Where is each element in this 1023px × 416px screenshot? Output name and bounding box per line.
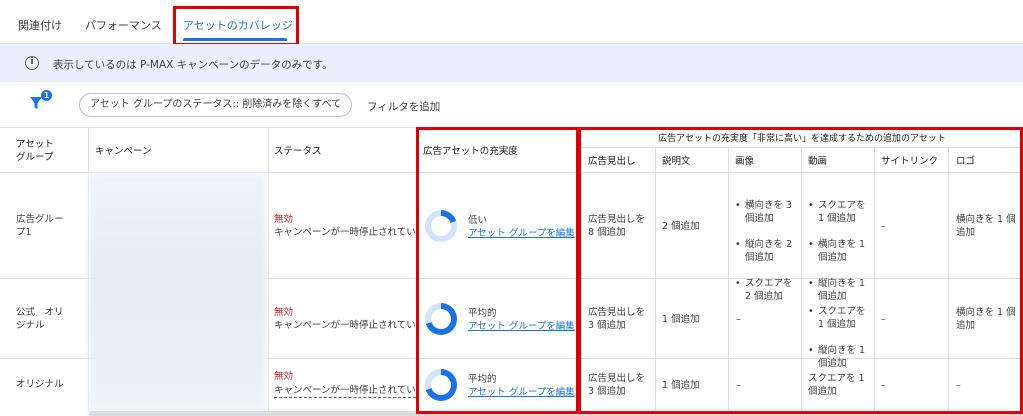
status-detail[interactable]: キャンペーンが一時停止されていま	[274, 384, 416, 398]
info-banner: i 表示しているのは P-MAX キャンペーンのデータのみです。	[0, 44, 1023, 82]
header-status[interactable]: ステータス	[274, 145, 322, 158]
filter-chip-status[interactable]: アセット グループのステータス:: 削除済みを除くすべて	[79, 93, 353, 117]
highlight-box-strength-column	[416, 127, 579, 414]
highlight-box-tab	[173, 6, 299, 46]
add-filter-button[interactable]: フィルタを追加	[367, 99, 440, 114]
status-label: 無効	[274, 214, 294, 225]
status-detail: キャンペーンが一時停止されていま	[274, 320, 416, 331]
asset-group-name[interactable]: オリジナル	[16, 378, 64, 391]
highlight-box-additional-assets	[578, 127, 1023, 414]
campaign-names-blurred	[89, 172, 267, 412]
header-campaign[interactable]: キャンペーン	[95, 145, 152, 158]
status-label: 無効	[274, 371, 294, 382]
info-icon: i	[25, 56, 39, 70]
header-asset-group[interactable]: アセット グループ	[16, 138, 54, 164]
tab-links[interactable]: 関連付け	[18, 17, 62, 33]
status-label: 無効	[274, 307, 294, 318]
tab-performance[interactable]: パフォーマンス	[85, 17, 162, 33]
status-detail: キャンペーンが一時停止されていま	[274, 227, 416, 238]
tab-bar: 関連付け パフォーマンス アセットのカバレッジ	[0, 0, 1023, 44]
asset-group-name[interactable]: 広告グルー プ1	[16, 213, 64, 239]
filter-bar: 1 アセット グループのステータス:: 削除済みを除くすべて フィルタを追加	[0, 82, 1023, 127]
info-text: 表示しているのは P-MAX キャンペーンのデータのみです。	[53, 59, 333, 71]
filter-count-badge: 1	[41, 90, 52, 101]
asset-group-name[interactable]: 公式 オリ ジナル	[16, 306, 64, 332]
